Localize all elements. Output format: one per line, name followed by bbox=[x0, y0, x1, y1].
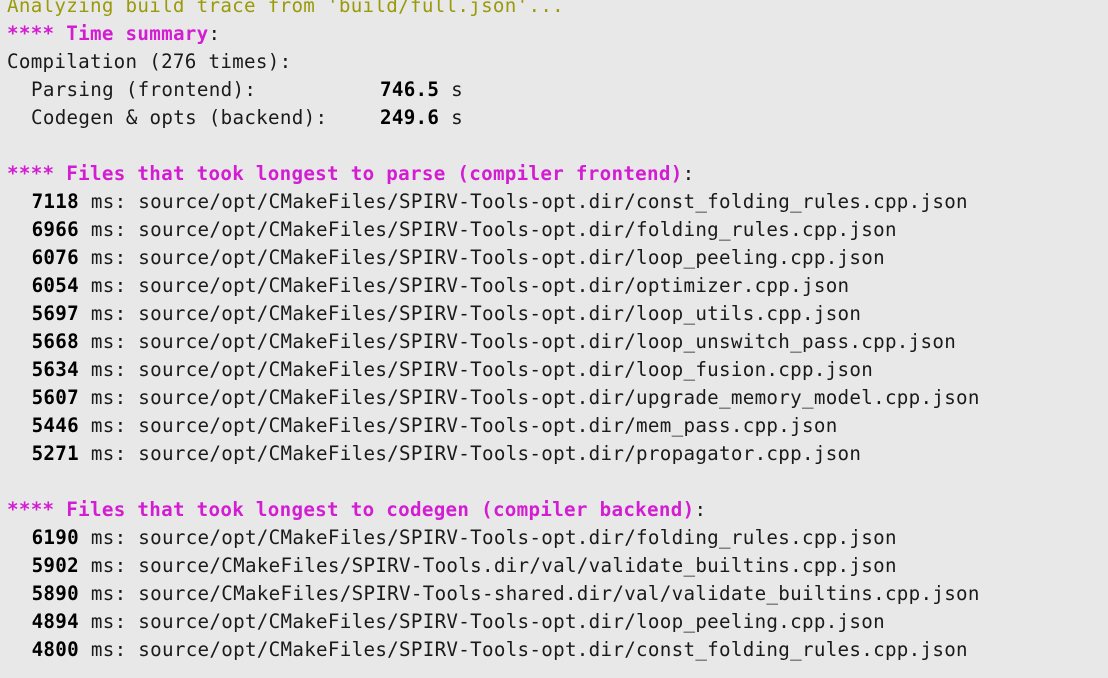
file-path: source/opt/CMakeFiles/SPIRV-Tools-opt.di… bbox=[138, 638, 968, 661]
ms-value: 5634 bbox=[31, 358, 79, 381]
file-row: 5668 ms: source/opt/CMakeFiles/SPIRV-Too… bbox=[7, 328, 1108, 356]
file-row: 5890 ms: source/CMakeFiles/SPIRV-Tools-s… bbox=[7, 580, 1108, 608]
ms-value: 5902 bbox=[31, 554, 79, 577]
ms-label: ms: bbox=[90, 638, 127, 661]
ms-value: 5697 bbox=[31, 302, 79, 325]
file-row: 4800 ms: source/opt/CMakeFiles/SPIRV-Too… bbox=[7, 636, 1108, 664]
heading-stars: **** bbox=[7, 162, 55, 185]
file-path: source/opt/CMakeFiles/SPIRV-Tools-opt.di… bbox=[138, 414, 838, 437]
file-row: 5607 ms: source/opt/CMakeFiles/SPIRV-Too… bbox=[7, 384, 1108, 412]
ms-label: ms: bbox=[90, 358, 127, 381]
ms-label: ms: bbox=[90, 554, 127, 577]
file-row: 5902 ms: source/CMakeFiles/SPIRV-Tools.d… bbox=[7, 552, 1108, 580]
file-row: 4894 ms: source/opt/CMakeFiles/SPIRV-Too… bbox=[7, 608, 1108, 636]
codegen-section-heading: **** Files that took longest to codegen … bbox=[7, 496, 1108, 524]
file-row: 7118 ms: source/opt/CMakeFiles/SPIRV-Too… bbox=[7, 188, 1108, 216]
ms-label: ms: bbox=[90, 218, 127, 241]
file-path: source/opt/CMakeFiles/SPIRV-Tools-opt.di… bbox=[138, 526, 897, 549]
heading-colon: : bbox=[682, 162, 695, 185]
file-row: 5634 ms: source/opt/CMakeFiles/SPIRV-Too… bbox=[7, 356, 1108, 384]
file-path: source/opt/CMakeFiles/SPIRV-Tools-opt.di… bbox=[138, 190, 968, 213]
heading-stars: **** bbox=[7, 498, 55, 521]
ms-label: ms: bbox=[90, 610, 127, 633]
ms-value: 5668 bbox=[31, 330, 79, 353]
file-path: source/opt/CMakeFiles/SPIRV-Tools-opt.di… bbox=[138, 386, 980, 409]
ms-label: ms: bbox=[90, 526, 127, 549]
ms-label: ms: bbox=[90, 302, 127, 325]
ms-value: 4800 bbox=[31, 638, 79, 661]
file-path: source/opt/CMakeFiles/SPIRV-Tools-opt.di… bbox=[138, 358, 874, 381]
file-row: 6076 ms: source/opt/CMakeFiles/SPIRV-Too… bbox=[7, 244, 1108, 272]
file-path: source/CMakeFiles/SPIRV-Tools.dir/val/va… bbox=[138, 554, 897, 577]
file-row: 6190 ms: source/opt/CMakeFiles/SPIRV-Too… bbox=[7, 524, 1108, 552]
summary-row: Codegen & opts (backend): 249.6 s bbox=[7, 104, 1108, 132]
terminal-output[interactable]: Analyzing build trace from 'build/full.j… bbox=[0, 0, 1108, 670]
summary-label: Codegen & opts (backend): bbox=[31, 106, 328, 129]
file-row: 6054 ms: source/opt/CMakeFiles/SPIRV-Too… bbox=[7, 272, 1108, 300]
ms-value: 6054 bbox=[31, 274, 79, 297]
summary-unit: s bbox=[451, 106, 463, 129]
file-path: source/CMakeFiles/SPIRV-Tools-shared.dir… bbox=[138, 582, 980, 605]
ms-value: 7118 bbox=[31, 190, 79, 213]
compilation-line: Compilation (276 times): bbox=[7, 50, 292, 73]
file-path: source/opt/CMakeFiles/SPIRV-Tools-opt.di… bbox=[138, 274, 850, 297]
summary-value: 746.5 bbox=[380, 78, 440, 101]
file-row: 5446 ms: source/opt/CMakeFiles/SPIRV-Too… bbox=[7, 412, 1108, 440]
time-summary-heading: **** Time summary: bbox=[7, 20, 1108, 48]
heading-title: Time summary bbox=[66, 22, 209, 45]
file-path: source/opt/CMakeFiles/SPIRV-Tools-opt.di… bbox=[138, 442, 862, 465]
ms-label: ms: bbox=[90, 386, 127, 409]
codegen-rows: 6190 ms: source/opt/CMakeFiles/SPIRV-Too… bbox=[7, 524, 1108, 664]
parse-section-heading: **** Files that took longest to parse (c… bbox=[7, 160, 1108, 188]
heading-title: Files that took longest to codegen (comp… bbox=[66, 498, 695, 521]
file-row: 6966 ms: source/opt/CMakeFiles/SPIRV-Too… bbox=[7, 216, 1108, 244]
file-path: source/opt/CMakeFiles/SPIRV-Tools-opt.di… bbox=[138, 330, 957, 353]
summary-rows: Parsing (frontend): 746.5 s Codegen & opts… bbox=[7, 76, 1108, 132]
file-path: source/opt/CMakeFiles/SPIRV-Tools-opt.di… bbox=[138, 246, 885, 269]
heading-title: Files that took longest to parse (compil… bbox=[66, 162, 683, 185]
ms-label: ms: bbox=[90, 246, 127, 269]
heading-colon: : bbox=[694, 498, 707, 521]
ms-value: 4894 bbox=[31, 610, 79, 633]
file-row: 5697 ms: source/opt/CMakeFiles/SPIRV-Too… bbox=[7, 300, 1108, 328]
heading-colon: : bbox=[208, 22, 221, 45]
parse-rows: 7118 ms: source/opt/CMakeFiles/SPIRV-Too… bbox=[7, 188, 1108, 468]
file-path: source/opt/CMakeFiles/SPIRV-Tools-opt.di… bbox=[138, 610, 885, 633]
analyzing-line: Analyzing build trace from 'build/full.j… bbox=[7, 0, 565, 17]
ms-value: 5446 bbox=[31, 414, 79, 437]
ms-label: ms: bbox=[90, 330, 127, 353]
heading-stars: **** bbox=[7, 22, 55, 45]
ms-label: ms: bbox=[90, 582, 127, 605]
summary-row: Parsing (frontend): 746.5 s bbox=[7, 76, 1108, 104]
ms-value: 6076 bbox=[31, 246, 79, 269]
ms-label: ms: bbox=[90, 190, 127, 213]
summary-value: 249.6 bbox=[380, 106, 440, 129]
file-path: source/opt/CMakeFiles/SPIRV-Tools-opt.di… bbox=[138, 218, 897, 241]
ms-label: ms: bbox=[90, 442, 127, 465]
ms-value: 5607 bbox=[31, 386, 79, 409]
ms-label: ms: bbox=[90, 414, 127, 437]
ms-value: 6190 bbox=[31, 526, 79, 549]
ms-value: 5271 bbox=[31, 442, 79, 465]
ms-label: ms: bbox=[90, 274, 127, 297]
ms-value: 5890 bbox=[31, 582, 79, 605]
file-row: 5271 ms: source/opt/CMakeFiles/SPIRV-Too… bbox=[7, 440, 1108, 468]
summary-label: Parsing (frontend): bbox=[31, 78, 257, 101]
file-path: source/opt/CMakeFiles/SPIRV-Tools-opt.di… bbox=[138, 302, 862, 325]
summary-unit: s bbox=[451, 78, 463, 101]
ms-value: 6966 bbox=[31, 218, 79, 241]
